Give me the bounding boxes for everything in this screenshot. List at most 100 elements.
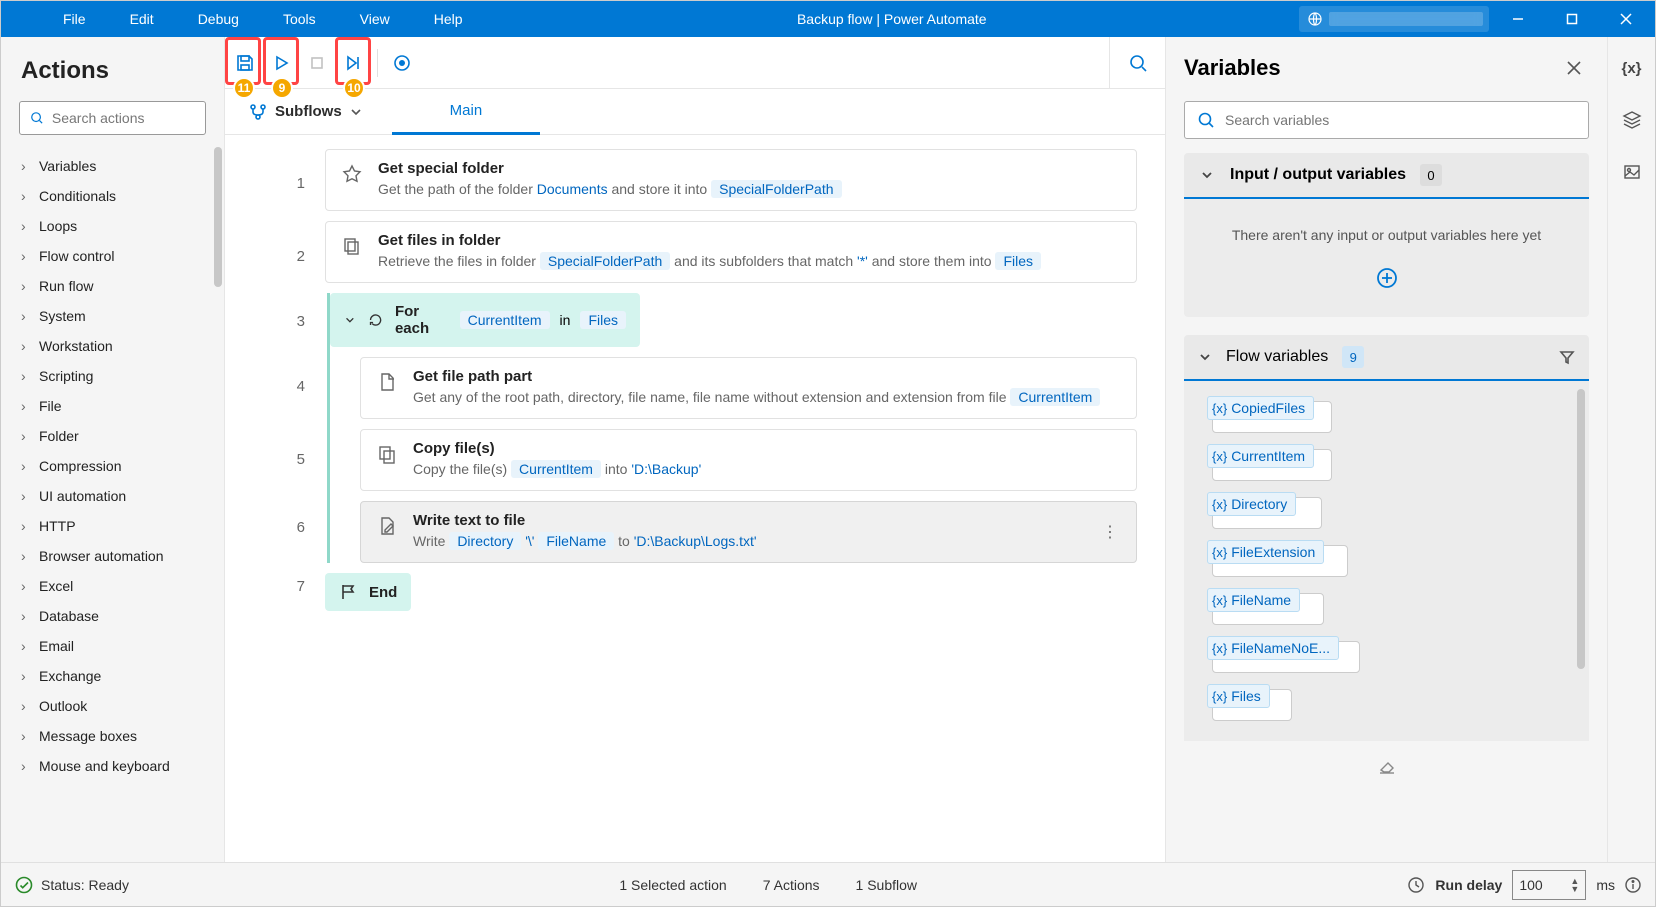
- cat-compression[interactable]: ›Compression: [1, 451, 224, 481]
- tab-main[interactable]: Main: [392, 89, 541, 135]
- subflow-icon: [249, 103, 267, 121]
- search-actions-input[interactable]: [52, 110, 195, 126]
- cat-excel[interactable]: ›Excel: [1, 571, 224, 601]
- flowvar-filenamenoext[interactable]: {x}FileNameNoE...: [1212, 633, 1561, 681]
- step-more-menu[interactable]: ⋮: [1098, 512, 1122, 552]
- variables-title: Variables: [1184, 55, 1281, 81]
- step-copy-files[interactable]: Copy file(s) Copy the file(s) CurrentIte…: [360, 429, 1137, 491]
- cat-mouse-keyboard[interactable]: ›Mouse and keyboard: [1, 751, 224, 781]
- step-write-text-to-file[interactable]: Write text to file Write Directory '\' F…: [360, 501, 1137, 563]
- flag-icon: [339, 583, 357, 601]
- cat-run-flow[interactable]: ›Run flow: [1, 271, 224, 301]
- step-over-button[interactable]: [335, 45, 371, 81]
- star-icon: [340, 162, 364, 186]
- search-icon: [30, 110, 44, 126]
- flowvar-files[interactable]: {x}Files: [1212, 681, 1561, 729]
- title-bar: File Edit Debug Tools View Help Backup f…: [1, 1, 1655, 37]
- line-gutter: 1 2 3 4 5 6 7: [225, 135, 325, 862]
- cat-loops[interactable]: ›Loops: [1, 211, 224, 241]
- cat-http[interactable]: ›HTTP: [1, 511, 224, 541]
- save-button[interactable]: [227, 45, 263, 81]
- rundelay-unit: ms: [1596, 877, 1615, 893]
- chevron-down-icon: [1198, 350, 1212, 364]
- flowvar-filename[interactable]: {x}FileName: [1212, 585, 1561, 633]
- close-variables-button[interactable]: [1559, 53, 1589, 83]
- menu-tools[interactable]: Tools: [261, 1, 338, 37]
- close-button[interactable]: [1601, 1, 1651, 37]
- cat-system[interactable]: ›System: [1, 301, 224, 331]
- status-ok-icon: [15, 876, 33, 894]
- search-icon: [1197, 111, 1215, 129]
- subflows-toggle[interactable]: Subflows: [239, 97, 372, 127]
- flow-variables-header[interactable]: Flow variables 9: [1184, 335, 1589, 381]
- loop-icon: [368, 311, 383, 329]
- flowvar-fileextension[interactable]: {x}FileExtension: [1212, 537, 1561, 585]
- search-icon: [1128, 53, 1148, 73]
- rundelay-label: Run delay: [1435, 877, 1502, 893]
- file-icon: [375, 370, 399, 394]
- cat-file[interactable]: ›File: [1, 391, 224, 421]
- cat-scripting[interactable]: ›Scripting: [1, 361, 224, 391]
- flowvar-currentitem[interactable]: {x}CurrentItem: [1212, 441, 1561, 489]
- status-text: Status: Ready: [41, 877, 129, 893]
- step-get-special-folder[interactable]: Get special folder Get the path of the f…: [325, 149, 1137, 211]
- rundelay-input[interactable]: 100 ▲▼: [1512, 870, 1586, 900]
- menu-help[interactable]: Help: [412, 1, 485, 37]
- minimize-button[interactable]: [1493, 1, 1543, 37]
- folder-files-icon: [340, 234, 364, 258]
- window-title: Backup flow | Power Automate: [485, 11, 1299, 27]
- cat-email[interactable]: ›Email: [1, 631, 224, 661]
- cat-browser-automation[interactable]: ›Browser automation: [1, 541, 224, 571]
- stop-button[interactable]: [299, 45, 335, 81]
- cat-conditionals[interactable]: ›Conditionals: [1, 181, 224, 211]
- scrollbar[interactable]: [214, 147, 222, 287]
- step-end[interactable]: End: [325, 573, 411, 611]
- variables-strip-button[interactable]: {x}: [1617, 53, 1647, 83]
- menu-file[interactable]: File: [41, 1, 108, 37]
- layers-strip-button[interactable]: [1617, 105, 1647, 135]
- images-strip-button[interactable]: [1617, 157, 1647, 187]
- environment-selector[interactable]: [1299, 6, 1489, 32]
- cat-folder[interactable]: ›Folder: [1, 421, 224, 451]
- right-tool-strip: {x}: [1607, 37, 1655, 862]
- search-variables[interactable]: [1184, 101, 1589, 139]
- play-button[interactable]: [263, 45, 299, 81]
- flowvar-directory[interactable]: {x}Directory: [1212, 489, 1561, 537]
- chevron-down-icon: [1198, 168, 1216, 182]
- clock-icon: [1407, 876, 1425, 894]
- chevron-down-icon: [350, 106, 362, 118]
- search-actions[interactable]: [19, 101, 206, 135]
- canvas-search-button[interactable]: [1109, 37, 1165, 89]
- subflow-count: 1 Subflow: [856, 877, 917, 893]
- flowvar-copiedfiles[interactable]: {x}CopiedFiles: [1212, 393, 1561, 441]
- menu-view[interactable]: View: [338, 1, 412, 37]
- search-variables-input[interactable]: [1225, 112, 1576, 128]
- cat-workstation[interactable]: ›Workstation: [1, 331, 224, 361]
- scrollbar[interactable]: [1577, 389, 1585, 669]
- cat-ui-automation[interactable]: ›UI automation: [1, 481, 224, 511]
- cat-database[interactable]: ›Database: [1, 601, 224, 631]
- record-button[interactable]: [384, 45, 420, 81]
- menu-debug[interactable]: Debug: [176, 1, 261, 37]
- selected-count: 1 Selected action: [619, 877, 726, 893]
- cat-outlook[interactable]: ›Outlook: [1, 691, 224, 721]
- eraser-icon[interactable]: [1378, 757, 1396, 775]
- info-icon[interactable]: [1625, 877, 1641, 893]
- chevron-down-icon: [344, 313, 356, 327]
- copy-icon: [375, 442, 399, 466]
- step-get-file-path-part[interactable]: Get file path part Get any of the root p…: [360, 357, 1137, 419]
- step-for-each[interactable]: For each CurrentItem in Files: [330, 293, 640, 347]
- io-variables-header[interactable]: Input / output variables 0: [1184, 153, 1589, 199]
- cat-exchange[interactable]: ›Exchange: [1, 661, 224, 691]
- action-categories: ›Variables ›Conditionals ›Loops ›Flow co…: [1, 147, 224, 862]
- io-variables-empty: There aren't any input or output variabl…: [1184, 199, 1589, 317]
- add-io-variable-button[interactable]: [1204, 267, 1569, 289]
- cat-message-boxes[interactable]: ›Message boxes: [1, 721, 224, 751]
- maximize-button[interactable]: [1547, 1, 1597, 37]
- cat-variables[interactable]: ›Variables: [1, 151, 224, 181]
- cat-flow-control[interactable]: ›Flow control: [1, 241, 224, 271]
- filter-icon[interactable]: [1559, 349, 1575, 365]
- menu-edit[interactable]: Edit: [108, 1, 176, 37]
- menu-bar: File Edit Debug Tools View Help: [1, 1, 485, 37]
- step-get-files-in-folder[interactable]: Get files in folder Retrieve the files i…: [325, 221, 1137, 283]
